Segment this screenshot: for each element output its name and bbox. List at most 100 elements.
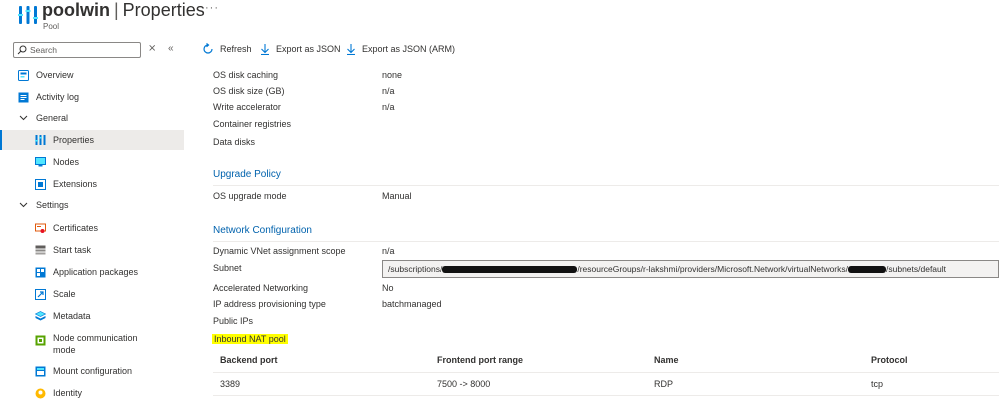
scale-icon (34, 288, 46, 300)
sidebar-item-node-communication-mode[interactable]: Node communication mode (0, 328, 184, 358)
node-communication-icon (34, 334, 46, 346)
identity-icon (34, 387, 46, 399)
search-input[interactable] (30, 45, 130, 55)
sidebar-item-start-task[interactable]: Start task (0, 240, 184, 260)
column-header-backend-port: Backend port (220, 355, 278, 365)
sidebar-item-overview[interactable]: Overview (0, 65, 184, 85)
overview-icon (17, 69, 29, 81)
os-disk-size-label: OS disk size (GB) (213, 86, 285, 96)
sidebar-item-label: Identity (53, 388, 83, 398)
export-json-label: Export as JSON (276, 44, 341, 54)
column-header-name: Name (654, 355, 679, 365)
cell-frontend-port-range: 7500 -> 8000 (437, 379, 491, 389)
resource-name: poolwin (42, 0, 110, 20)
command-bar: Refresh Export as JSON Export as JSON (A… (185, 40, 999, 62)
sidebar-item-certificates[interactable]: Certificates (0, 218, 184, 238)
start-task-icon (34, 244, 46, 256)
refresh-button[interactable]: Refresh (202, 43, 252, 55)
dynamic-vnet-label: Dynamic VNet assignment scope (213, 246, 346, 256)
dynamic-vnet-value: n/a (382, 246, 395, 256)
os-disk-size-value: n/a (382, 86, 395, 96)
sidebar-group-settings[interactable]: Settings (0, 195, 184, 215)
os-upgrade-mode-label: OS upgrade mode (213, 191, 287, 201)
sidebar-group-general[interactable]: General (0, 108, 184, 128)
more-options-button[interactable]: ··· (205, 2, 219, 14)
subnet-part-1: /subscriptions/ (388, 264, 443, 274)
sidebar-item-label: Activity log (36, 92, 80, 102)
application-packages-icon (34, 266, 46, 278)
subnet-label: Subnet (213, 263, 242, 273)
table-header-divider (213, 372, 999, 373)
certificate-icon (34, 222, 46, 234)
batch-pool-icon (18, 6, 38, 24)
sidebar-item-application-packages[interactable]: Application packages (0, 262, 184, 282)
write-accelerator-value: n/a (382, 102, 395, 112)
table-row-divider (213, 395, 999, 396)
collapse-sidebar-icon[interactable]: « (168, 43, 174, 54)
sidebar-item-mount-configuration[interactable]: Mount configuration (0, 361, 184, 381)
sidebar-item-label: Start task (53, 245, 92, 255)
download-icon (347, 44, 355, 55)
container-registries-label: Container registries (213, 119, 292, 129)
divider (213, 185, 999, 186)
ip-provisioning-value: batchmanaged (382, 299, 442, 309)
accelerated-networking-label: Accelerated Networking (213, 283, 309, 293)
public-ips-label: Public IPs (213, 316, 254, 326)
extensions-icon (34, 178, 46, 190)
os-disk-caching-value: none (382, 70, 403, 80)
sidebar-item-nodes[interactable]: Nodes (0, 152, 184, 172)
sidebar-item-properties[interactable]: Properties (0, 130, 184, 150)
sidebar-group-label: Settings (36, 200, 69, 210)
page-title: poolwin | Properties (42, 0, 205, 20)
os-disk-caching-label: OS disk caching (213, 70, 279, 80)
activity-log-icon (17, 91, 29, 103)
mount-configuration-icon (34, 365, 46, 377)
properties-content: OS disk caching none OS disk size (GB) n… (185, 62, 999, 414)
sidebar-item-metadata[interactable]: Metadata (0, 306, 184, 326)
data-disks-label: Data disks (213, 137, 256, 147)
subnet-value-field[interactable]: /subscriptions/ /resourceGroups/r-lakshmi… (382, 260, 999, 278)
blade-header: poolwin | Properties ··· Pool (0, 0, 999, 40)
sidebar-item-label: Scale (53, 289, 76, 299)
sidebar-item-label: Nodes (53, 157, 80, 167)
column-header-frontend-port-range: Frontend port range (437, 355, 523, 365)
refresh-label: Refresh (220, 44, 252, 54)
sidebar-item-label: Overview (36, 70, 74, 80)
sidebar-group-label: General (36, 113, 69, 123)
sidebar-search-box[interactable] (13, 42, 141, 58)
sidebar-item-label: Extensions (53, 179, 98, 189)
accelerated-networking-value: No (382, 283, 394, 293)
os-upgrade-mode-value: Manual (382, 191, 412, 201)
write-accelerator-label: Write accelerator (213, 102, 281, 112)
export-json-arm-label: Export as JSON (ARM) (362, 44, 456, 54)
cell-name: RDP (654, 379, 674, 389)
download-icon (261, 44, 269, 55)
chevron-down-icon (17, 199, 29, 211)
clear-filter-icon[interactable]: ⨯ (148, 43, 156, 54)
sidebar-item-activity-log[interactable]: Activity log (0, 87, 184, 107)
sidebar-item-extensions[interactable]: Extensions (0, 174, 184, 194)
sidebar-item-scale[interactable]: Scale (0, 284, 184, 304)
properties-icon (34, 134, 46, 146)
column-header-protocol: Protocol (871, 355, 908, 365)
sidebar-item-label: Properties (53, 135, 95, 145)
subnet-part-2: /resourceGroups/r-lakshmi/providers/Micr… (577, 264, 848, 274)
inbound-nat-pool-label: Inbound NAT pool (212, 334, 288, 344)
redacted-subscription-id (442, 266, 578, 274)
upgrade-policy-title: Upgrade Policy (213, 169, 281, 180)
cell-protocol: tcp (871, 379, 884, 389)
divider (213, 241, 999, 242)
blade-section: Properties (122, 0, 205, 20)
export-json-button[interactable]: Export as JSON (260, 43, 341, 55)
ip-provisioning-label: IP address provisioning type (213, 299, 326, 309)
metadata-icon (34, 310, 46, 322)
resource-type: Pool (43, 22, 60, 31)
subnet-part-3: /subnets/default (886, 264, 947, 274)
network-configuration-title: Network Configuration (213, 225, 312, 236)
sidebar-item-identity[interactable]: Identity (0, 383, 184, 403)
export-json-arm-button[interactable]: Export as JSON (ARM) (346, 43, 455, 55)
sidebar-item-label: Certificates (53, 223, 99, 233)
refresh-icon (203, 43, 213, 54)
sidebar: ⨯ « Overview Activity log General Proper… (0, 40, 185, 414)
nodes-icon (34, 156, 46, 168)
